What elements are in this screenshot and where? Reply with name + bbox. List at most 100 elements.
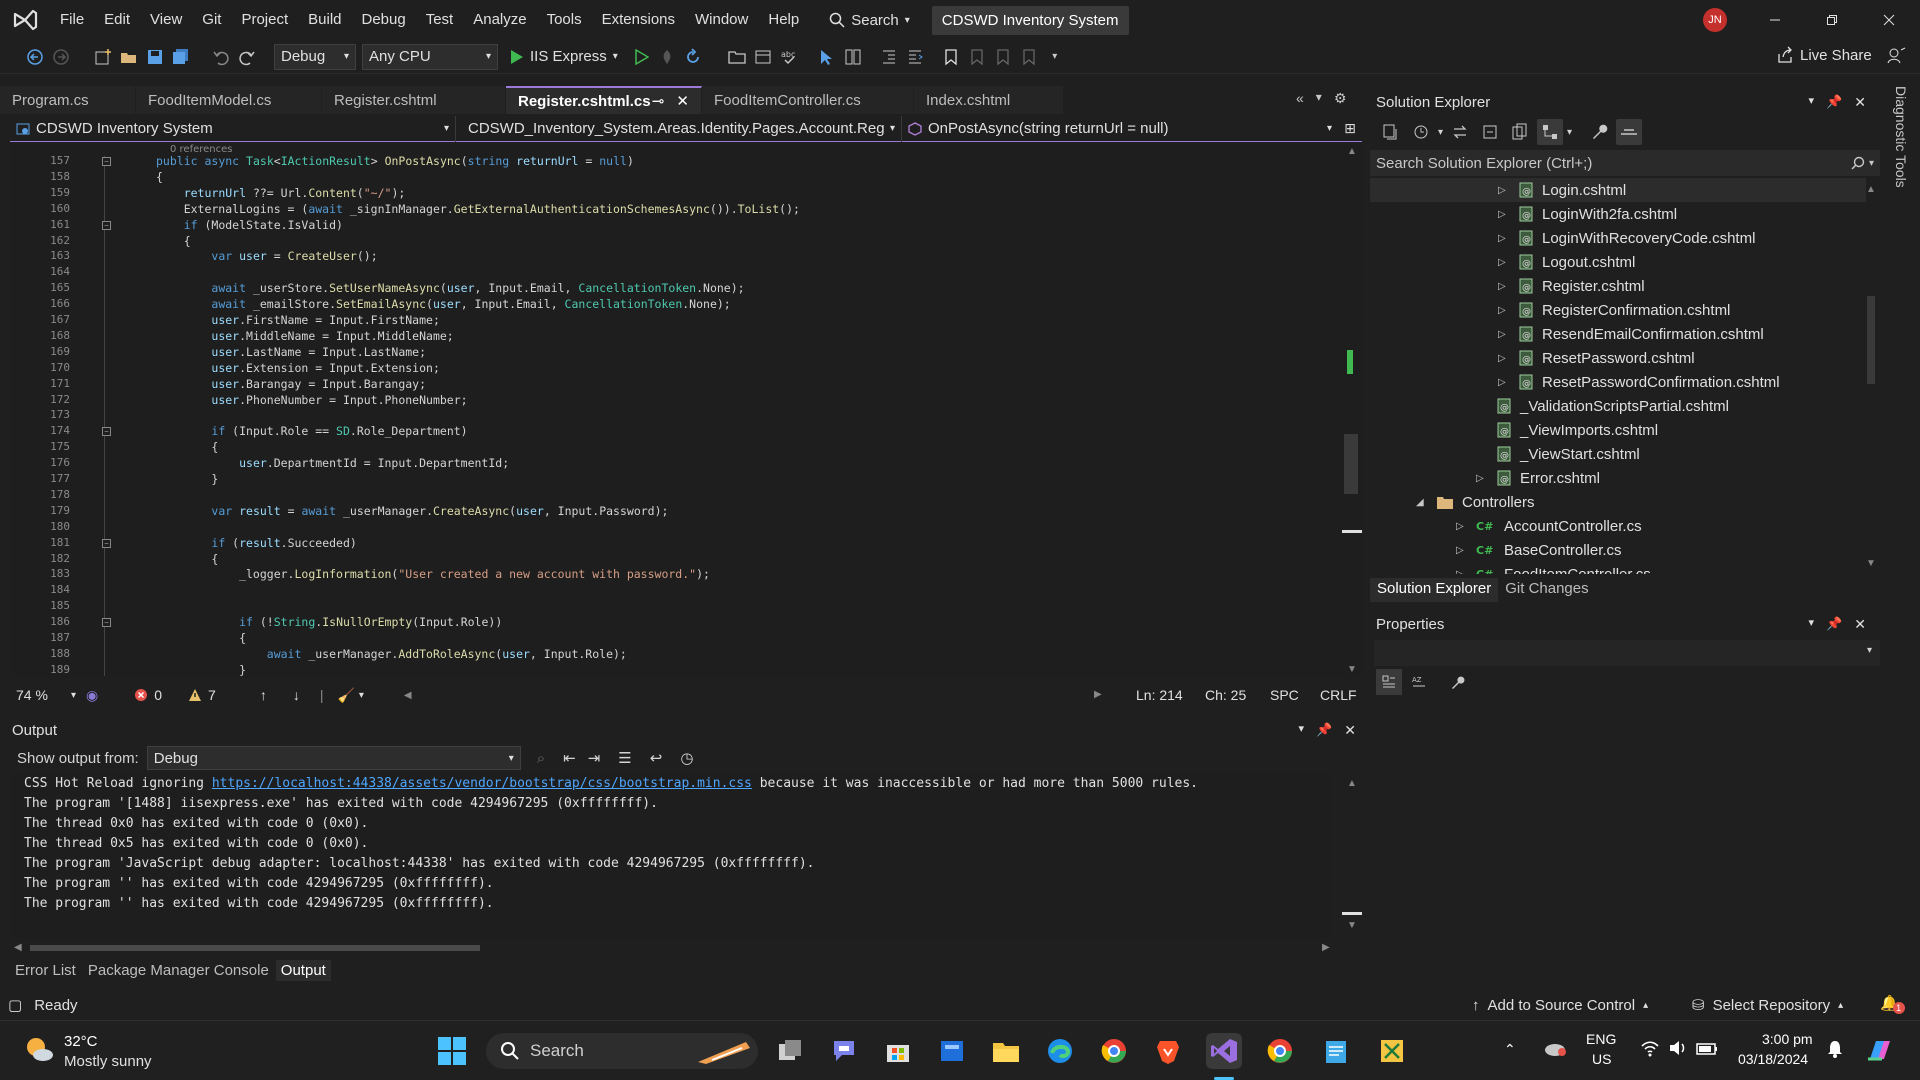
tab-fooditemmodel-cs[interactable]: FoodItemModel.cs [136, 86, 322, 114]
window-position-dropdown-icon[interactable]: ▾ [1809, 94, 1815, 111]
scroll-tabs-left-icon[interactable]: « [1296, 90, 1304, 107]
menu-item-view[interactable]: View [140, 0, 192, 40]
solution-name-badge[interactable]: CDSWD Inventory System [931, 5, 1129, 35]
fold-toggle-icon[interactable]: − [102, 157, 111, 166]
solution-scroll-thumb[interactable] [1867, 296, 1875, 384]
code-line[interactable]: user.FirstName = Input.FirstName; [156, 313, 440, 327]
avatar[interactable]: JN [1703, 8, 1727, 32]
copilot-icon[interactable]: ◉ [86, 687, 98, 704]
snipping-tool-button[interactable] [1374, 1033, 1410, 1069]
code-line[interactable]: if (Input.Role == SD.Role_Department) [156, 424, 467, 438]
project-filter-button[interactable] [1537, 119, 1564, 145]
menu-item-git[interactable]: Git [192, 0, 231, 40]
add-to-source-control-button[interactable]: ↑ Add to Source Control ▴ [1472, 997, 1648, 1014]
code-line[interactable]: _logger.LogInformation("User created a n… [156, 567, 710, 581]
menu-item-file[interactable]: File [50, 0, 94, 40]
close-icon[interactable]: ✕ [1344, 722, 1356, 739]
indent-button[interactable] [876, 44, 902, 70]
scroll-right-icon[interactable]: ▶ [1322, 942, 1330, 953]
menu-item-window[interactable]: Window [685, 0, 758, 40]
code-line[interactable]: ExternalLogins = (await _signInManager.G… [156, 202, 800, 216]
menu-item-analyze[interactable]: Analyze [463, 0, 536, 40]
restart-button[interactable] [680, 44, 706, 70]
clear-bookmarks-button[interactable] [1016, 44, 1042, 70]
news-app-button[interactable] [934, 1033, 970, 1069]
save-button[interactable] [142, 44, 168, 70]
output-text-area[interactable]: CSS Hot Reload ignoring https://localhos… [10, 774, 1332, 938]
output-vertical-scrollbar[interactable]: ▲ ▼ [1342, 774, 1362, 938]
solution-tree-scrollbar[interactable]: ▲ ▼ [1864, 178, 1878, 574]
tab-package-manager-console[interactable]: Package Manager Console [83, 960, 274, 981]
menu-item-test[interactable]: Test [416, 0, 464, 40]
code-line[interactable]: user.MiddleName = Input.MiddleName; [156, 329, 453, 343]
tree-item[interactable]: ▷ @ Error.cshtml [1370, 466, 1866, 490]
chrome-browser-button[interactable] [1096, 1033, 1132, 1069]
edge-browser-button[interactable] [1042, 1033, 1078, 1069]
tree-item[interactable]: @ _ValidationScriptsPartial.cshtml [1370, 394, 1866, 418]
clock-time[interactable]: 3:00 pm [1762, 1031, 1813, 1047]
close-tab-icon[interactable]: ✕ [676, 92, 689, 110]
open-file-button[interactable] [116, 44, 142, 70]
tree-item[interactable]: ▷ @ ResendEmailConfirmation.cshtml [1370, 322, 1866, 346]
menu-item-debug[interactable]: Debug [352, 0, 416, 40]
window-position-dropdown-icon[interactable]: ▾ [1299, 722, 1305, 739]
member-dropdown[interactable]: OnPostAsync(string returnUrl = null) ▾ [902, 116, 1338, 142]
code-line[interactable]: var result = await _userManager.CreateAs… [156, 504, 668, 518]
pin-icon[interactable]: 📌 [1826, 94, 1842, 111]
input-region[interactable]: US [1592, 1051, 1611, 1067]
menu-item-project[interactable]: Project [231, 0, 298, 40]
code-line[interactable]: public async Task<IActionResult> OnPostA… [156, 154, 634, 168]
code-line[interactable]: if (ModelState.IsValid) [156, 218, 343, 232]
hot-reload-button[interactable] [654, 44, 680, 70]
visual-studio-taskbar-button[interactable] [1206, 1033, 1242, 1069]
scroll-right-icon[interactable]: ▶ [1094, 689, 1102, 700]
code-line[interactable]: await _userManager.AddToRoleAsync(user, … [156, 647, 627, 661]
brave-browser-button[interactable] [1150, 1033, 1186, 1069]
chevron-up-icon[interactable]: ⌃ [1504, 1041, 1516, 1058]
line-indicator[interactable]: Ln: 214 [1136, 687, 1183, 703]
menu-item-build[interactable]: Build [298, 0, 351, 40]
code-line[interactable]: { [156, 170, 163, 184]
task-view-button[interactable] [772, 1033, 808, 1069]
toolbar-overflow-button[interactable]: ▾ [1042, 44, 1068, 70]
code-line[interactable]: { [156, 440, 218, 454]
scroll-up-icon[interactable]: ▲ [1866, 184, 1876, 195]
tab-error-list[interactable]: Error List [10, 960, 81, 981]
collapsed-chevron-icon[interactable]: ▷ [1498, 353, 1510, 364]
code-line[interactable]: returnUrl ??= Url.Content("~/"); [156, 186, 406, 200]
zoom-select[interactable]: 74 % ▾ [10, 685, 82, 705]
output-horizontal-scrollbar[interactable]: ◀ ▶ [10, 940, 1332, 956]
redo-button[interactable] [234, 44, 260, 70]
split-editor-button[interactable]: ⊞ [1338, 120, 1362, 137]
solution-search-box[interactable]: Search Solution Explorer (Ctrl+;) ▾ [1370, 150, 1880, 176]
error-count[interactable]: 0 [134, 687, 162, 703]
file-explorer-button[interactable] [988, 1033, 1024, 1069]
collapsed-chevron-icon[interactable]: ▷ [1498, 305, 1510, 316]
scroll-down-icon[interactable]: ▼ [1347, 920, 1357, 931]
next-message-icon[interactable]: ⇥ [588, 749, 601, 767]
collapsed-chevron-icon[interactable]: ▷ [1498, 209, 1510, 220]
outdent-button[interactable] [902, 44, 928, 70]
start-without-debugging-button[interactable] [628, 44, 654, 70]
code-cleanup-icon[interactable]: 🧹 [337, 687, 354, 704]
collapse-all-button[interactable] [1477, 119, 1503, 145]
collapsed-chevron-icon[interactable]: ▷ [1498, 233, 1510, 244]
next-bookmark-button[interactable] [990, 44, 1016, 70]
close-icon[interactable]: ✕ [1854, 94, 1866, 111]
taskbar-search[interactable]: Search [486, 1033, 758, 1069]
tab-fooditemcontroller-cs[interactable]: FoodItemController.cs [702, 86, 914, 114]
code-line[interactable]: await _userStore.SetUserNameAsync(user, … [156, 281, 744, 295]
collapsed-chevron-icon[interactable]: ▷ [1456, 545, 1468, 556]
spell-check-button[interactable]: abc [776, 44, 802, 70]
code-line[interactable]: user.Extension = Input.Extension; [156, 361, 440, 375]
project-dropdown[interactable]: CDSWD Inventory System ▾ [10, 115, 456, 142]
tree-item[interactable]: ▷ @ Register.cshtml [1370, 274, 1866, 298]
close-icon[interactable]: ✕ [1854, 616, 1866, 633]
collapsed-chevron-icon[interactable]: ▷ [1456, 569, 1468, 575]
tab-list-dropdown-icon[interactable]: ▾ [1316, 90, 1322, 107]
code-line[interactable]: } [156, 472, 218, 486]
properties-button[interactable] [1586, 119, 1612, 145]
collapsed-chevron-icon[interactable]: ▷ [1498, 257, 1510, 268]
bookmark-button[interactable] [938, 44, 964, 70]
next-issue-icon[interactable]: ↓ [293, 687, 300, 703]
